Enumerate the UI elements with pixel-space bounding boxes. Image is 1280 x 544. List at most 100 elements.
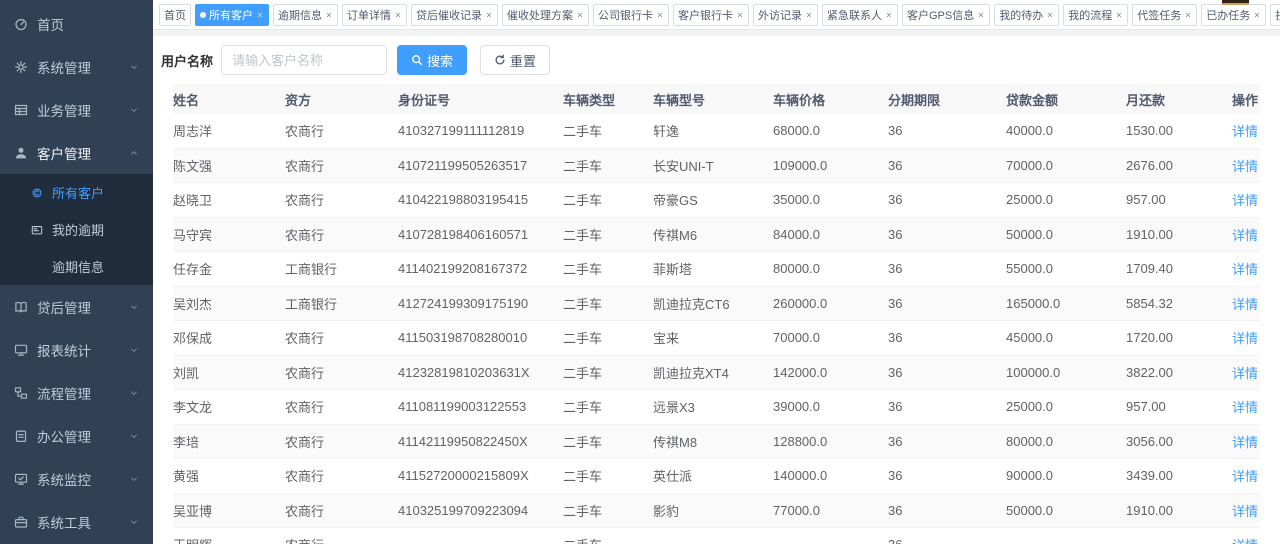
detail-link[interactable]: 详情 bbox=[1232, 124, 1258, 139]
cell-name: 赵晓卫 bbox=[173, 190, 285, 209]
tab-label: 所有客户 bbox=[209, 7, 253, 23]
user-icon bbox=[14, 146, 28, 160]
sidebar-subitem-我的逾期[interactable]: 我的逾期 bbox=[0, 211, 153, 248]
tab-订单详情[interactable]: 订单详情 bbox=[342, 4, 407, 26]
tab-close-icon[interactable] bbox=[1184, 11, 1192, 19]
tab-close-icon[interactable] bbox=[656, 11, 664, 19]
tab-label: 客户银行卡 bbox=[678, 7, 733, 23]
sidebar-item-系统监控[interactable]: 系统监控 bbox=[0, 457, 153, 500]
detail-link[interactable]: 详情 bbox=[1232, 297, 1258, 312]
cell-name: 李培 bbox=[173, 432, 285, 451]
sidebar-item-系统管理[interactable]: 系统管理 bbox=[0, 45, 153, 88]
cell-funder: 农商行 bbox=[285, 225, 398, 244]
close-icon bbox=[885, 11, 893, 19]
cell-actions: 详情 bbox=[1231, 156, 1260, 175]
detail-link[interactable]: 详情 bbox=[1232, 504, 1258, 519]
tab-close-icon[interactable] bbox=[256, 11, 264, 19]
tab-客户GPS信息[interactable]: 客户GPS信息 bbox=[902, 4, 990, 26]
column-header-分期期限: 分期期限 bbox=[888, 90, 1006, 109]
chevron-down-icon bbox=[129, 302, 139, 312]
detail-link[interactable]: 详情 bbox=[1232, 366, 1258, 381]
sidebar-item-系统工具[interactable]: 系统工具 bbox=[0, 500, 153, 543]
detail-link[interactable]: 详情 bbox=[1232, 400, 1258, 415]
search-icon bbox=[411, 54, 423, 66]
tab-我的待办[interactable]: 我的待办 bbox=[994, 4, 1059, 26]
sidebar-item-label: 办公管理 bbox=[37, 426, 91, 446]
detail-link[interactable]: 详情 bbox=[1232, 435, 1258, 450]
tab-已办任务[interactable]: 已办任务 bbox=[1201, 4, 1266, 26]
cell-actions: 详情 bbox=[1231, 294, 1260, 313]
tab-close-icon[interactable] bbox=[1046, 11, 1054, 19]
column-header-车辆型号: 车辆型号 bbox=[653, 90, 773, 109]
flow-icon bbox=[14, 386, 28, 400]
sidebar-item-贷后管理[interactable]: 贷后管理 bbox=[0, 285, 153, 328]
tab-所有客户[interactable]: 所有客户 bbox=[195, 4, 269, 26]
tab-close-icon[interactable] bbox=[394, 11, 402, 19]
tab-close-icon[interactable] bbox=[1115, 11, 1123, 19]
reset-button[interactable]: 重置 bbox=[480, 45, 550, 75]
tab-催收处理方案[interactable]: 催收处理方案 bbox=[502, 4, 589, 26]
cell-actions: 详情 bbox=[1231, 328, 1260, 347]
main-area: 首页 所有客户 逾期信息订单详情贷后催收记录催收处理方案公司银行卡客户银行卡 外访记录… bbox=[153, 0, 1280, 544]
customer-name-input[interactable] bbox=[221, 45, 387, 75]
detail-link[interactable]: 详情 bbox=[1232, 159, 1258, 174]
detail-link[interactable]: 详情 bbox=[1232, 331, 1258, 346]
sidebar-item-客户管理[interactable]: 客户管理 bbox=[0, 131, 153, 174]
cell-actions: 详情 bbox=[1231, 259, 1260, 278]
submenu-客户管理: 所有客户我的逾期逾期信息 bbox=[0, 174, 153, 285]
sidebar-item-业务管理[interactable]: 业务管理 bbox=[0, 88, 153, 131]
cell-id_number: 410325199709223094 bbox=[398, 503, 563, 518]
detail-link[interactable]: 详情 bbox=[1232, 262, 1258, 277]
cell-funder: 工商银行 bbox=[285, 294, 398, 313]
cell-name: 吴刘杰 bbox=[173, 294, 285, 313]
tab-close-icon[interactable] bbox=[1253, 11, 1261, 19]
tab-close-icon[interactable] bbox=[885, 11, 893, 19]
tab-抄送任务[interactable]: 抄送任务 bbox=[1270, 4, 1280, 26]
tab-close-icon[interactable] bbox=[325, 11, 333, 19]
cell-vehicle_type: 二手车 bbox=[563, 501, 653, 520]
tab-贷后催收记录[interactable]: 贷后催收记录 bbox=[411, 4, 498, 26]
cell-vehicle_type: 二手车 bbox=[563, 432, 653, 451]
tab-逾期信息[interactable]: 逾期信息 bbox=[273, 4, 338, 26]
sidebar-item-报表统计[interactable]: 报表统计 bbox=[0, 328, 153, 371]
customer-table: 姓名资方身份证号车辆类型车辆型号车辆价格分期期限贷款金额月还款操作 周志洋农商行… bbox=[153, 84, 1280, 544]
sidebar-item-办公管理[interactable]: 办公管理 bbox=[0, 414, 153, 457]
sidebar-subitem-逾期信息[interactable]: 逾期信息 bbox=[0, 248, 153, 285]
tab-我的流程[interactable]: 我的流程 bbox=[1063, 4, 1128, 26]
sidebar-item-流程管理[interactable]: 流程管理 bbox=[0, 371, 153, 414]
table-body: 周志洋农商行410327199111112819二手车轩逸68000.03640… bbox=[173, 114, 1260, 544]
tab-客户银行卡[interactable]: 客户银行卡 bbox=[673, 4, 749, 26]
chevron-up-icon bbox=[129, 148, 139, 158]
cell-monthly_payment: 1910.00 bbox=[1126, 503, 1231, 518]
cell-vehicle_model: 远景X3 bbox=[653, 397, 773, 416]
cell-vehicle_type: 二手车 bbox=[563, 535, 653, 544]
tab-紧急联系人[interactable]: 紧急联系人 bbox=[822, 4, 898, 26]
search-button[interactable]: 搜索 bbox=[397, 45, 467, 75]
sidebar-subitem-所有客户[interactable]: 所有客户 bbox=[0, 174, 153, 211]
close-icon bbox=[656, 11, 664, 19]
cell-funder: 农商行 bbox=[285, 432, 398, 451]
tab-外访记录[interactable]: 外访记录 bbox=[753, 4, 818, 26]
tab-close-icon[interactable] bbox=[485, 11, 493, 19]
detail-link[interactable]: 详情 bbox=[1232, 193, 1258, 208]
sidebar-item-首页[interactable]: 首页 bbox=[0, 2, 153, 45]
cell-loan_amount: 165000.0 bbox=[1006, 296, 1126, 311]
cell-loan_amount: 25000.0 bbox=[1006, 192, 1126, 207]
cell-vehicle_price: 77000.0 bbox=[773, 503, 888, 518]
cell-monthly_payment: 3439.00 bbox=[1126, 468, 1231, 483]
tab-公司银行卡[interactable]: 公司银行卡 bbox=[593, 4, 669, 26]
cell-vehicle_type: 二手车 bbox=[563, 121, 653, 140]
detail-link[interactable]: 详情 bbox=[1232, 538, 1258, 544]
cell-funder: 农商行 bbox=[285, 156, 398, 175]
tab-close-icon[interactable] bbox=[736, 11, 744, 19]
tab-close-icon[interactable] bbox=[977, 11, 985, 19]
tab-close-icon[interactable] bbox=[805, 11, 813, 19]
cell-vehicle_model: 传祺M8 bbox=[653, 432, 773, 451]
cell-vehicle_type: 二手车 bbox=[563, 397, 653, 416]
detail-link[interactable]: 详情 bbox=[1232, 228, 1258, 243]
tab-首页[interactable]: 首页 bbox=[159, 4, 191, 26]
tab-代签任务[interactable]: 代签任务 bbox=[1132, 4, 1197, 26]
tab-close-icon[interactable] bbox=[576, 11, 584, 19]
tab-label: 我的待办 bbox=[999, 7, 1043, 23]
detail-link[interactable]: 详情 bbox=[1232, 469, 1258, 484]
